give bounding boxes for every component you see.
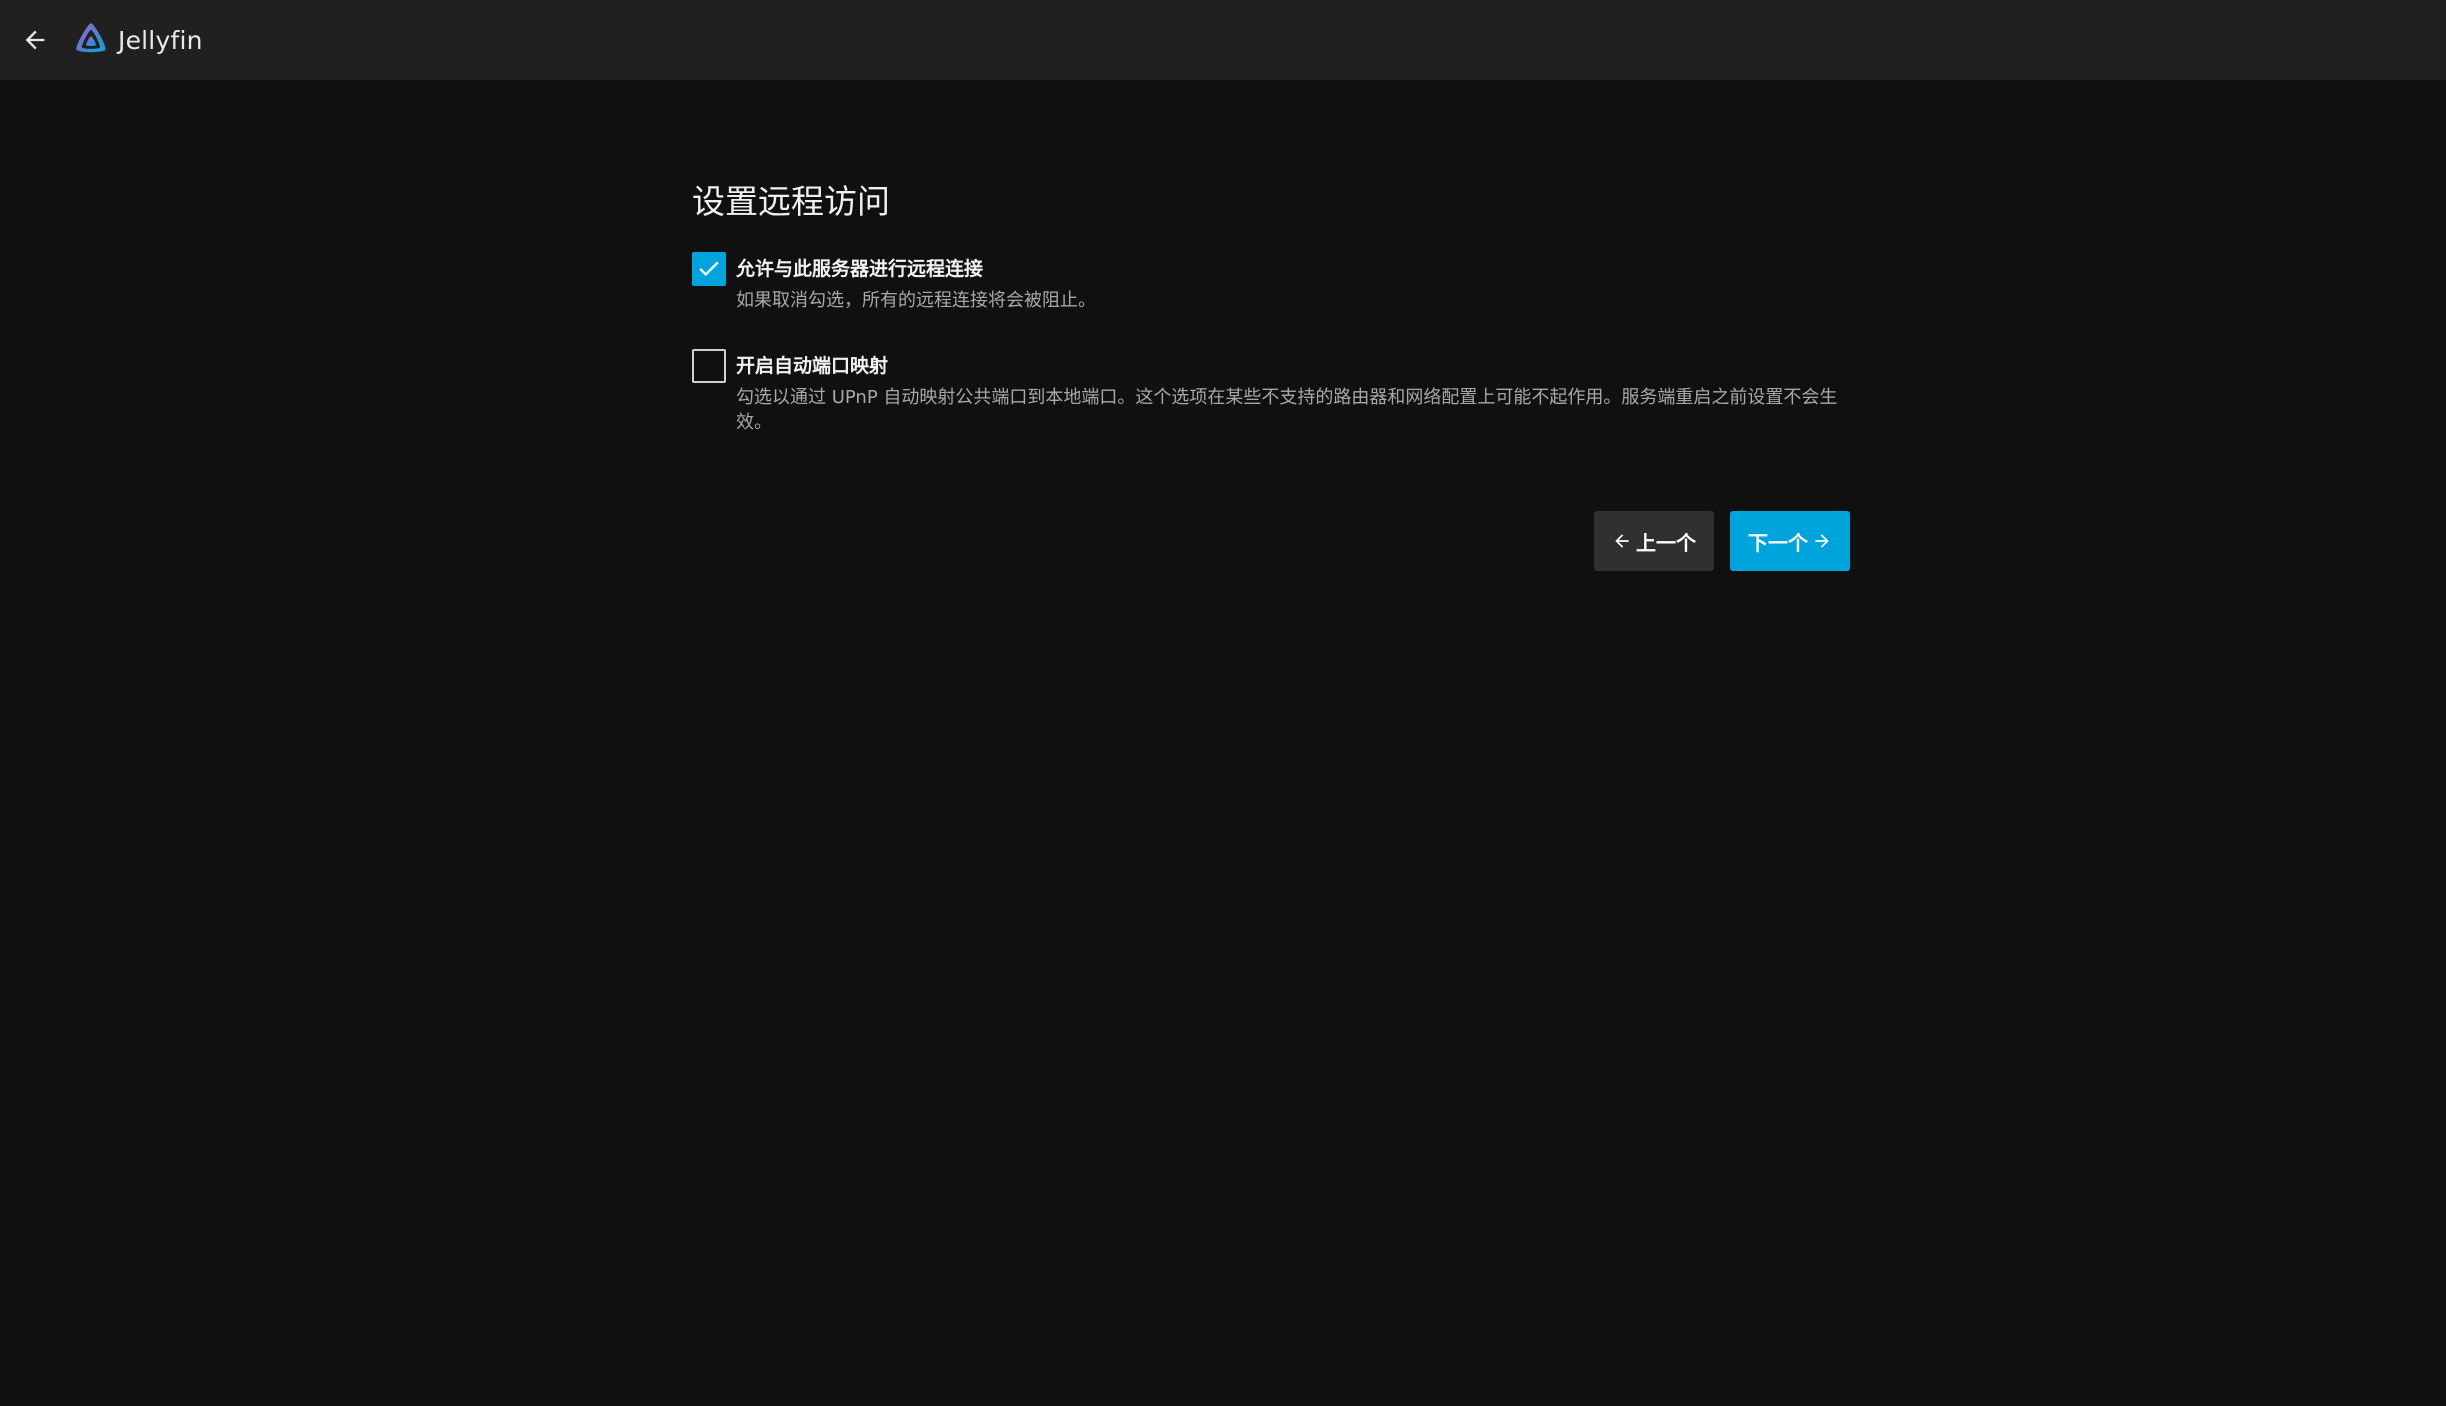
page-title: 设置远程访问 [692, 182, 890, 221]
jellyfin-logo-icon [76, 23, 106, 53]
top-header-bar: Jellyfin [0, 0, 2446, 80]
arrow-left-icon [1615, 534, 1629, 548]
remote-access-form: 设置远程访问 允许与此服务器进行远程连接 如果取消勾选，所有的远程连接将会被阻止… [692, 178, 1852, 435]
previous-button[interactable]: 上一个 [1594, 511, 1714, 571]
remote-connections-label[interactable]: 允许与此服务器进行远程连接 [736, 252, 1852, 286]
port-mapping-checkbox[interactable] [692, 349, 726, 383]
brand-logo[interactable]: Jellyfin [72, 18, 203, 62]
port-mapping-label[interactable]: 开启自动端口映射 [736, 349, 1852, 383]
arrow-left-icon [25, 30, 45, 50]
app-name: Jellyfin [118, 25, 203, 55]
port-mapping-option: 开启自动端口映射 勾选以通过 UPnP 自动映射公共端口到本地端口。这个选项在某… [692, 349, 1852, 435]
wizard-navigation: 上一个 下一个 [1594, 511, 1850, 571]
remote-connections-description: 如果取消勾选，所有的远程连接将会被阻止。 [736, 290, 1096, 311]
checkmark-icon [699, 261, 719, 276]
next-button-label: 下一个 [1748, 530, 1808, 555]
remote-connections-option: 允许与此服务器进行远程连接 如果取消勾选，所有的远程连接将会被阻止。 [692, 252, 1852, 313]
remote-connections-checkbox[interactable] [692, 252, 726, 286]
previous-button-label: 上一个 [1636, 530, 1696, 555]
arrow-right-icon [1815, 534, 1829, 548]
port-mapping-description: 勾选以通过 UPnP 自动映射公共端口到本地端口。这个选项在某些不支持的路由器和… [736, 387, 1838, 433]
next-button[interactable]: 下一个 [1730, 511, 1850, 571]
back-button[interactable] [14, 19, 56, 61]
